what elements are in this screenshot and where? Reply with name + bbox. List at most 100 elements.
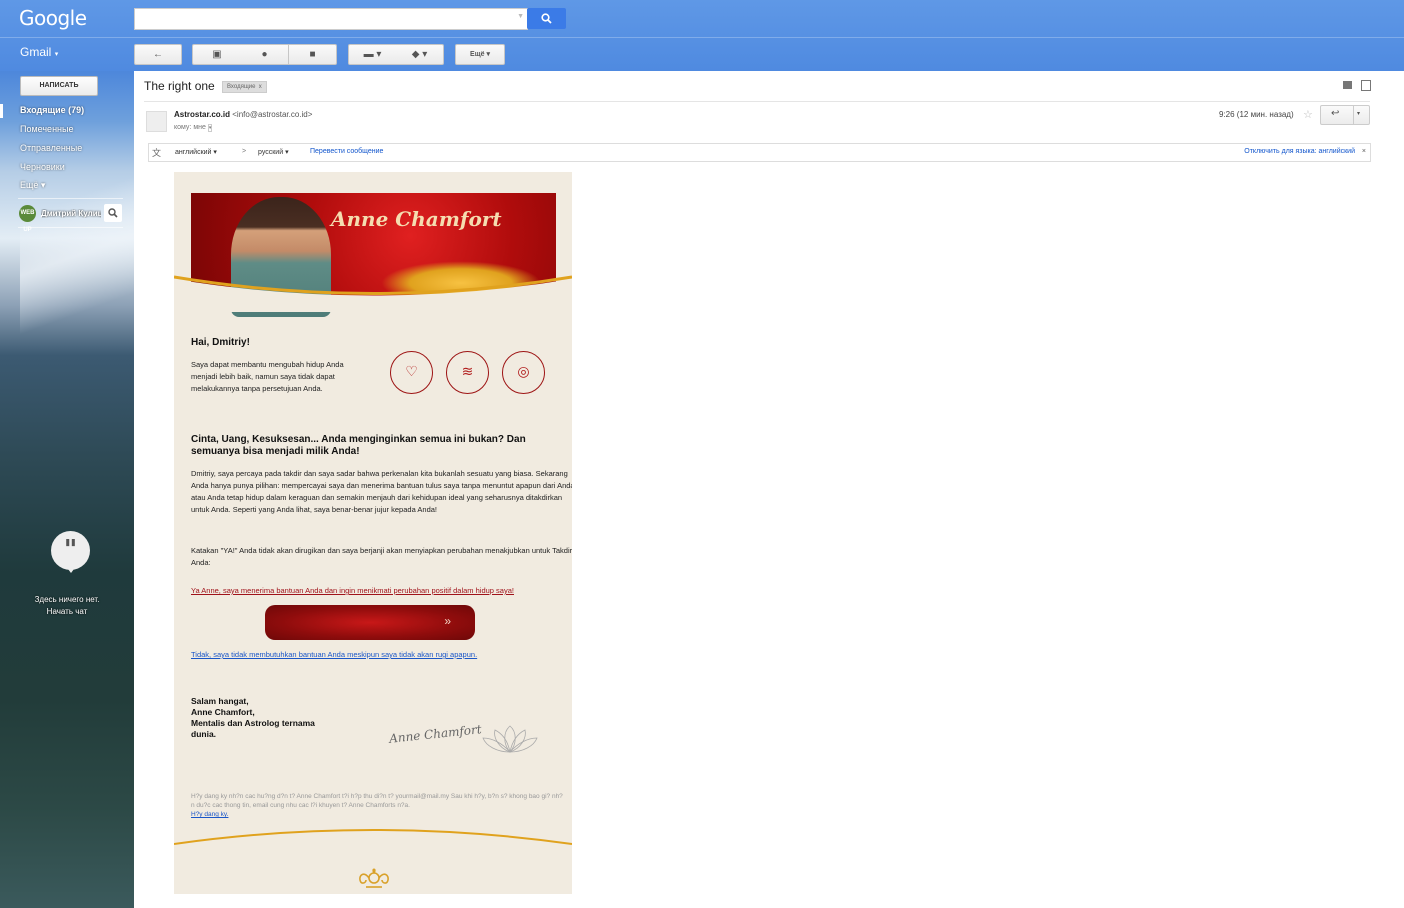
lotus-icon [482, 725, 538, 753]
accept-button[interactable]: » [265, 605, 475, 640]
sidebar-item-more-label: Ещё [20, 180, 39, 190]
arrow-right-icon: » [444, 614, 451, 628]
sign-line-2: Anne Chamfort, [191, 707, 255, 717]
footer-text: H?y dang ky nh?n cac hu?ng d?n t? Anne C… [191, 792, 566, 819]
sidebar: НАПИСАТЬ Входящие (79) Помеченные Отправ… [0, 71, 134, 908]
coins-icon: ≋ [461, 363, 474, 379]
target-language-label: русский [258, 149, 284, 156]
search-options-icon[interactable]: ▼ [517, 13, 524, 20]
start-chat-link[interactable]: Начать чат [0, 607, 134, 616]
divider [18, 198, 123, 199]
more-actions-icon[interactable]: ▾ [1357, 110, 1360, 117]
search-icon [108, 208, 118, 218]
search-input[interactable]: ▼ [134, 8, 528, 30]
print-icon[interactable] [1343, 81, 1352, 89]
label-tag-icon: ◆ ▾ [411, 49, 428, 60]
paragraph-1: Dmitriy, saya percaya pada takdir dan sa… [191, 469, 572, 514]
sender-line: Astrostar.co.id <info@astrostar.co.id> [174, 110, 312, 119]
compose-button[interactable]: НАПИСАТЬ [20, 76, 98, 96]
inbox-label-chip[interactable]: Входящие x [222, 81, 267, 93]
sidebar-item-drafts[interactable]: Черновики [20, 162, 65, 172]
google-logo[interactable]: Google [19, 6, 87, 30]
spam-icon: ● [261, 49, 268, 60]
source-language-select[interactable]: английский ▾ [175, 148, 217, 156]
message-time: 9:26 (12 мин. назад) [1219, 110, 1294, 119]
spam-button[interactable]: ● [241, 44, 289, 65]
star-icon[interactable]: ☆ [1303, 108, 1313, 121]
handwritten-signature: Anne Chamfort [388, 722, 483, 746]
to-me-text: кому: мне [174, 124, 206, 131]
sender-email: <info@astrostar.co.id> [232, 110, 313, 119]
divider [1353, 106, 1354, 124]
greeting: Hai, Dmitriy! [191, 337, 250, 348]
archive-button[interactable]: ▣ [192, 44, 242, 65]
details-dropdown-icon[interactable]: ▾ [207, 124, 213, 132]
chevron-down-icon: ▾ [54, 51, 59, 58]
more-label: Ещё [470, 51, 485, 58]
sender-avatar [146, 111, 167, 132]
divider [144, 101, 1370, 102]
hangouts-icon: " [51, 531, 90, 573]
source-language-label: английский [175, 149, 212, 156]
sidebar-background-image [20, 171, 134, 361]
top-bar: Google ▼ Gmail ▾ ← ▣ ● ■ ▬ ▾ ◆ ▾ Ещё ▾ [0, 0, 1404, 71]
remove-label-icon[interactable]: x [259, 84, 262, 90]
disable-translation-link[interactable]: Отключить для языка: английский [1244, 148, 1355, 155]
search-button[interactable] [527, 8, 566, 29]
decline-link[interactable]: Tidak, saya tidak membutuhkan bantuan An… [191, 650, 477, 659]
love-circle: ♡ [390, 351, 433, 394]
move-to-button[interactable]: ▬ ▾ [348, 44, 397, 65]
new-window-icon[interactable] [1361, 80, 1371, 91]
sidebar-item-more[interactable]: Ещё ▾ [20, 180, 45, 191]
label-chip-text: Входящие [227, 84, 256, 90]
footer-curve [174, 829, 572, 845]
gmail-label: Gmail [20, 45, 52, 59]
sidebar-item-inbox[interactable]: Входящие (79) [20, 105, 84, 115]
accept-link[interactable]: Ya Anne, saya menerima bantuan Anda dan … [191, 586, 514, 595]
money-circle: ≋ [446, 351, 489, 394]
email-body: Anne Chamfort Hai, Dmitriy! Saya dapat m… [174, 172, 572, 894]
translate-icon: 文 [152, 148, 162, 158]
sidebar-item-sent[interactable]: Отправленные [20, 143, 82, 153]
avatar[interactable]: WEB UP [19, 205, 36, 233]
divider [18, 227, 123, 228]
translate-bar: 文 английский ▾ > русский ▾ Перевести соо… [148, 143, 1371, 162]
target-language-select[interactable]: русский ▾ [258, 148, 289, 156]
gmail-menu[interactable]: Gmail ▾ [20, 45, 58, 59]
message-subject: The right one [144, 79, 215, 93]
chat-empty-text: Здесь ничего нет. [34, 595, 100, 604]
ornament-icon [359, 868, 389, 888]
reply-icon: ↩ [1331, 108, 1340, 119]
delete-button[interactable]: ■ [289, 44, 337, 65]
banner-curve [174, 275, 572, 312]
success-circle: ◎ [502, 351, 545, 394]
reply-button[interactable]: ↩ ▾ [1320, 105, 1370, 125]
archive-icon: ▣ [212, 49, 222, 60]
banner-title: Anne Chamfort [331, 207, 502, 231]
sender-name[interactable]: Astrostar.co.id [174, 110, 230, 119]
email-heading: Cinta, Uang, Kesuksesan... Anda mengingi… [191, 434, 526, 457]
signature-block: Salam hangat, Anne Chamfort, Mentalis da… [191, 696, 315, 740]
back-arrow-icon: ← [153, 49, 163, 60]
sidebar-item-starred[interactable]: Помеченные [20, 124, 73, 134]
intro-text: Saya dapat membantu mengubah hidup Anda … [191, 360, 344, 393]
sign-line-3: Mentalis dan Astrolog ternama [191, 718, 315, 728]
close-icon[interactable]: × [1362, 148, 1366, 155]
back-button[interactable]: ← [134, 44, 182, 65]
more-button[interactable]: Ещё ▾ [455, 44, 505, 65]
top-bar-divider [0, 37, 1404, 38]
recipient-line: кому: мне ▾ [174, 124, 213, 132]
active-indicator [0, 104, 3, 118]
trash-icon: ■ [309, 49, 316, 60]
sign-line-4: dunia. [191, 729, 217, 739]
user-name[interactable]: Дмитрий Кулиц [41, 209, 101, 218]
search-icon [541, 13, 552, 24]
heart-icon: ♡ [405, 363, 418, 379]
people-search-button[interactable] [104, 204, 122, 222]
translate-message-link[interactable]: Перевести сообщение [310, 148, 383, 155]
target-icon: ◎ [517, 363, 530, 379]
unsubscribe-link[interactable]: H?y dang ky. [191, 810, 566, 819]
footer-message: H?y dang ky nh?n cac hu?ng d?n t? Anne C… [191, 793, 563, 809]
arrow-right-icon: > [242, 148, 247, 155]
labels-button[interactable]: ◆ ▾ [396, 44, 444, 65]
